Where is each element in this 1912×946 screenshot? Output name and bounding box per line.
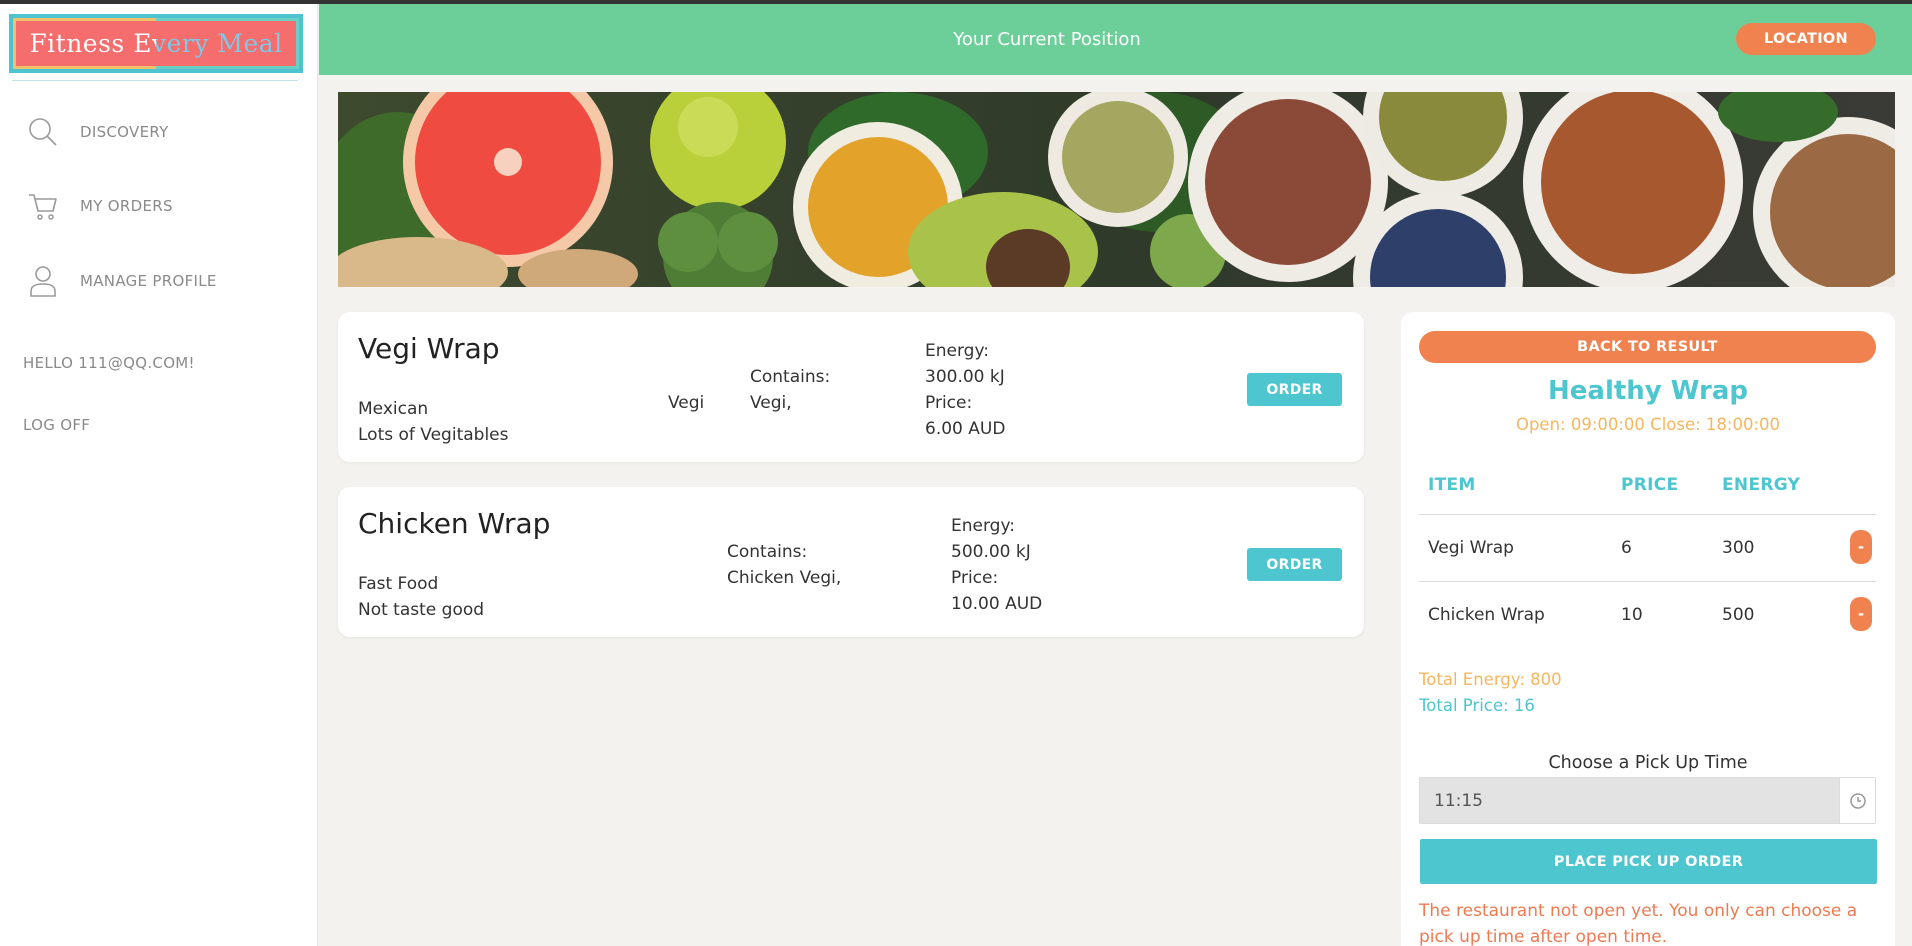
header-title: Your Current Position	[953, 29, 1141, 50]
sidebar-item-label: DISCOVERY	[80, 123, 169, 141]
price-label: Price:	[951, 568, 999, 588]
sidebar-item-manage-profile[interactable]: MANAGE PROFILE	[26, 261, 217, 301]
column-header-price: PRICE	[1621, 475, 1679, 495]
menu-item-card: Vegi Wrap Mexican Lots of Vegitables Veg…	[338, 312, 1364, 462]
menu-item-description: Lots of Vegitables	[358, 425, 509, 445]
sidebar: Fitness Every Meal DISCOVERY MY ORDERS M…	[0, 4, 318, 946]
order-button[interactable]: ORDER	[1247, 548, 1342, 581]
clock-icon[interactable]	[1839, 778, 1875, 823]
menu-item-card: Chicken Wrap Fast Food Not taste good Co…	[338, 487, 1364, 637]
contains-label: Contains:	[750, 367, 831, 387]
sidebar-item-my-orders[interactable]: MY ORDERS	[26, 186, 173, 226]
user-icon	[26, 264, 60, 298]
app-logo[interactable]: Fitness Every Meal	[9, 14, 303, 73]
pickup-time-value: 11:15	[1434, 790, 1483, 811]
order-row-item: Chicken Wrap	[1428, 605, 1545, 625]
closed-warning-message: The restaurant not open yet. You only ca…	[1419, 901, 1858, 946]
pickup-time-label: Choose a Pick Up Time	[1548, 753, 1748, 773]
price-value: 10.00 AUD	[951, 594, 1043, 614]
energy-label: Energy:	[925, 341, 990, 361]
food-banner-image	[338, 92, 1895, 287]
sidebar-item-label: MANAGE PROFILE	[80, 272, 217, 290]
order-row-energy: 300	[1722, 538, 1755, 558]
table-divider	[1419, 514, 1876, 515]
order-row-price: 10	[1621, 605, 1643, 625]
price-value: 6.00 AUD	[925, 419, 1006, 439]
order-button[interactable]: ORDER	[1247, 373, 1342, 406]
back-to-result-button[interactable]: BACK TO RESULT	[1419, 331, 1876, 363]
price-label: Price:	[925, 393, 973, 413]
search-icon	[26, 115, 60, 149]
restaurant-name: Healthy Wrap	[1548, 376, 1748, 406]
logo-text: Fitness Every Meal	[29, 29, 283, 58]
sidebar-item-label: MY ORDERS	[80, 197, 173, 215]
total-price: Total Price: 16	[1419, 696, 1535, 715]
menu-item-tag: Vegi	[668, 393, 705, 413]
contains-value: Chicken Vegi,	[727, 568, 842, 588]
sidebar-divider	[12, 80, 298, 81]
remove-item-button[interactable]: -	[1850, 530, 1872, 564]
column-header-item: ITEM	[1428, 475, 1476, 495]
contains-label: Contains:	[727, 542, 808, 562]
pickup-time-input[interactable]: 11:15	[1419, 777, 1876, 824]
contains-value: Vegi,	[750, 393, 792, 413]
order-panel: BACK TO RESULT Healthy Wrap Open: 09:00:…	[1401, 312, 1895, 946]
menu-item-name: Vegi Wrap	[358, 332, 500, 365]
cart-icon	[26, 189, 60, 223]
location-header: Your Current Position LOCATION	[319, 4, 1912, 75]
energy-label: Energy:	[951, 516, 1016, 536]
sidebar-item-discovery[interactable]: DISCOVERY	[26, 112, 169, 152]
order-row-item: Vegi Wrap	[1428, 538, 1514, 558]
column-header-energy: ENERGY	[1722, 475, 1801, 495]
energy-value: 300.00 kJ	[925, 367, 1005, 387]
order-row-price: 6	[1621, 538, 1632, 558]
menu-item-name: Chicken Wrap	[358, 507, 551, 540]
menu-item-cuisine: Fast Food	[358, 574, 439, 594]
table-divider	[1419, 581, 1876, 582]
location-button[interactable]: LOCATION	[1736, 23, 1876, 55]
total-energy: Total Energy: 800	[1419, 670, 1562, 689]
place-pickup-order-button[interactable]: PLACE PICK UP ORDER	[1420, 839, 1877, 884]
user-greeting: HELLO 111@QQ.COM!	[23, 354, 195, 372]
menu-item-cuisine: Mexican	[358, 399, 429, 419]
remove-item-button[interactable]: -	[1850, 597, 1872, 631]
logoff-link[interactable]: LOG OFF	[23, 416, 90, 434]
energy-value: 500.00 kJ	[951, 542, 1031, 562]
menu-item-description: Not taste good	[358, 600, 485, 620]
restaurant-hours: Open: 09:00:00 Close: 18:00:00	[1515, 415, 1781, 434]
order-row-energy: 500	[1722, 605, 1755, 625]
